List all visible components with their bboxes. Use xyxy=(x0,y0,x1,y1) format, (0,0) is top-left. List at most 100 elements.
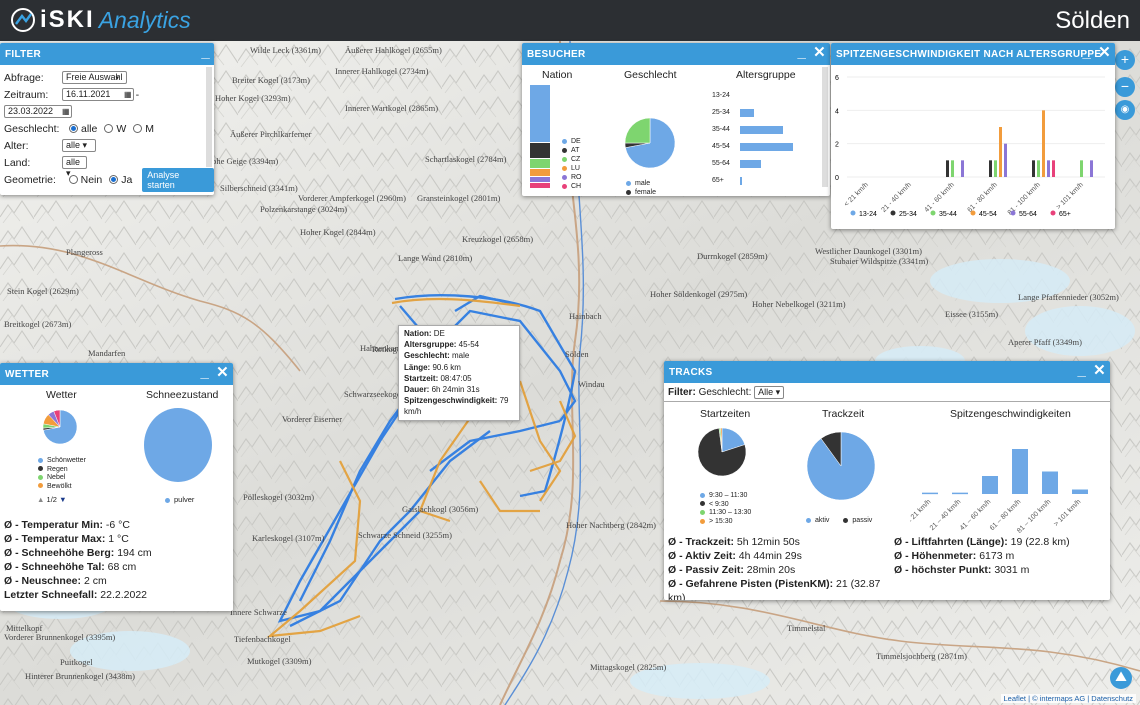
country-select[interactable]: alle ▾ xyxy=(62,156,87,178)
arrow-down-icon[interactable]: ▼ xyxy=(59,495,66,504)
map-label: Durrnkogel (2859m) xyxy=(697,251,768,261)
speed-bar[interactable] xyxy=(1090,160,1093,177)
layers-button[interactable]: ◉ xyxy=(1115,100,1135,120)
speed-bar[interactable] xyxy=(946,160,949,177)
legend-label: > 15:30 xyxy=(709,518,733,526)
gender-pie-chart xyxy=(624,117,676,169)
age-bar-label: 13-24 xyxy=(712,92,730,99)
age-bar[interactable] xyxy=(740,108,754,117)
age-bar[interactable] xyxy=(740,176,743,185)
gender-radio-m[interactable] xyxy=(133,124,143,133)
tooltip-value: male xyxy=(452,351,470,361)
weather-pager[interactable]: ▲ 1/2 ▼ xyxy=(37,495,67,504)
map-label: Silberschneid (3341m) xyxy=(220,183,298,193)
top-speed-bar[interactable] xyxy=(952,492,968,495)
minimize-icon[interactable]: _ xyxy=(1082,44,1091,61)
speed-bar[interactable] xyxy=(1052,160,1055,177)
geometry-radio-yes[interactable] xyxy=(109,175,119,184)
nation-column-title: Nation xyxy=(542,69,573,81)
speed-bar[interactable] xyxy=(999,127,1002,177)
top-speed-bar[interactable] xyxy=(982,476,998,494)
tooltip-row: Startzeit: 08:47:05 xyxy=(404,373,514,384)
x-tick-label: 21 – 40 km/h xyxy=(929,498,963,532)
speed-bar[interactable] xyxy=(951,160,954,177)
speed-bar[interactable] xyxy=(994,160,997,177)
chevron-down-icon[interactable]: ▾ xyxy=(116,74,120,82)
minimize-icon[interactable]: _ xyxy=(201,44,210,61)
age-column-title: Altersgruppe xyxy=(736,69,796,81)
nation-bar-segment[interactable] xyxy=(530,158,550,170)
close-icon[interactable]: ✕ xyxy=(813,44,826,61)
analyse-button[interactable]: Analyse starten xyxy=(142,167,214,192)
speed-bar[interactable] xyxy=(1004,143,1007,177)
legend-dot xyxy=(38,483,43,489)
speed-legend-label: 25-34 xyxy=(899,211,917,218)
age-bar[interactable] xyxy=(740,125,784,134)
top-speed-bar[interactable] xyxy=(1012,449,1028,494)
legend-label: CH xyxy=(571,183,582,190)
age-bar-chart: 13-24 25-34 35-44 45-54 55-64 65+ xyxy=(712,87,812,189)
arrow-up-icon[interactable]: ▲ xyxy=(37,495,44,504)
speed-bar[interactable] xyxy=(1047,160,1050,177)
speed-bar[interactable] xyxy=(1037,160,1040,177)
track-tooltip: Nation: DE Altersgruppe: 45-54 Geschlecht:… xyxy=(398,325,520,421)
age-row: Alter: alle ▾ xyxy=(0,137,214,154)
map-label: Hainbach xyxy=(569,311,602,321)
close-icon[interactable]: ✕ xyxy=(1093,362,1106,379)
stat-value: 4h 44min 29s xyxy=(738,550,802,562)
gender-pie-slice[interactable] xyxy=(624,117,651,144)
minimize-icon[interactable]: _ xyxy=(797,44,806,61)
tracks-stat: Ø - Gefahrene Pisten (PistenKM): 21 (32.… xyxy=(664,577,890,600)
tooltip-value: 08:47:05 xyxy=(440,373,472,383)
tooltip-value: 90.6 km xyxy=(432,362,461,372)
top-speed-bar[interactable] xyxy=(922,492,938,495)
speed-bar[interactable] xyxy=(961,160,964,177)
age-bar[interactable] xyxy=(740,159,761,168)
gender-radio-w[interactable] xyxy=(104,124,114,133)
age-select[interactable]: alle ▾ xyxy=(62,139,96,152)
mountain-icon[interactable]: ⛰ xyxy=(1110,667,1132,689)
speed-bar[interactable] xyxy=(989,160,992,177)
top-speed-bar[interactable] xyxy=(1072,489,1088,495)
nation-bar-segment[interactable] xyxy=(530,142,550,159)
minimize-icon[interactable]: _ xyxy=(200,364,209,381)
minimize-icon[interactable]: _ xyxy=(1077,362,1086,379)
tracks-gender-select[interactable]: Alle ▾ xyxy=(754,386,785,399)
map-label: Mandarfen xyxy=(88,348,126,358)
legend-label: CZ xyxy=(571,156,581,163)
nation-bar-segment[interactable] xyxy=(530,169,550,178)
gender-radio-all[interactable] xyxy=(69,124,78,133)
filter-scrollbar[interactable] xyxy=(206,67,212,167)
nation-bar-segment[interactable] xyxy=(530,85,550,143)
map-attribution[interactable]: Leaflet | © intermaps AG | Datenschutz xyxy=(1000,694,1136,703)
visitors-scrollbar[interactable] xyxy=(822,67,828,187)
nation-legend-item: CZ xyxy=(562,155,582,164)
close-icon[interactable]: ✕ xyxy=(1098,44,1111,61)
time-legend-item: aktiv xyxy=(806,517,829,524)
skier-logo-icon xyxy=(11,8,35,32)
stat-label: Ø - Schneehöhe Tal: xyxy=(4,561,108,573)
calendar-icon[interactable]: ▦ xyxy=(124,90,132,99)
close-icon[interactable]: ✕ xyxy=(216,364,229,381)
x-tick-label: 61 - 80 km/h xyxy=(966,181,999,214)
speed-bar[interactable] xyxy=(1032,160,1035,177)
map-label: Hohe Geige (3394m) xyxy=(206,156,279,166)
age-value: alle xyxy=(66,140,81,150)
map-label: Hoher Kogel (2844m) xyxy=(300,227,376,237)
geometry-radio-no[interactable] xyxy=(68,175,78,184)
tracks-stat: Ø - Passiv Zeit: 28min 20s xyxy=(664,563,890,577)
zoom-out-button[interactable]: − xyxy=(1115,77,1135,97)
legend-dot xyxy=(38,457,43,463)
age-bar[interactable] xyxy=(740,142,793,151)
legend-dot xyxy=(930,210,936,216)
speed-bar[interactable] xyxy=(1080,160,1083,177)
calendar-icon[interactable]: ▦ xyxy=(62,107,70,116)
stat-label: Ø - Temperatur Min: xyxy=(4,519,106,531)
zoom-in-button[interactable]: + xyxy=(1115,50,1135,70)
geometry-label: Geometrie: xyxy=(4,173,56,186)
speed-bar[interactable] xyxy=(1042,110,1045,177)
map-label: Hinterer Brunnenkogel (3438m) xyxy=(25,671,135,681)
top-speed-bar[interactable] xyxy=(1042,471,1058,495)
nation-bar-segment[interactable] xyxy=(530,183,550,189)
legend-dot xyxy=(850,210,856,216)
